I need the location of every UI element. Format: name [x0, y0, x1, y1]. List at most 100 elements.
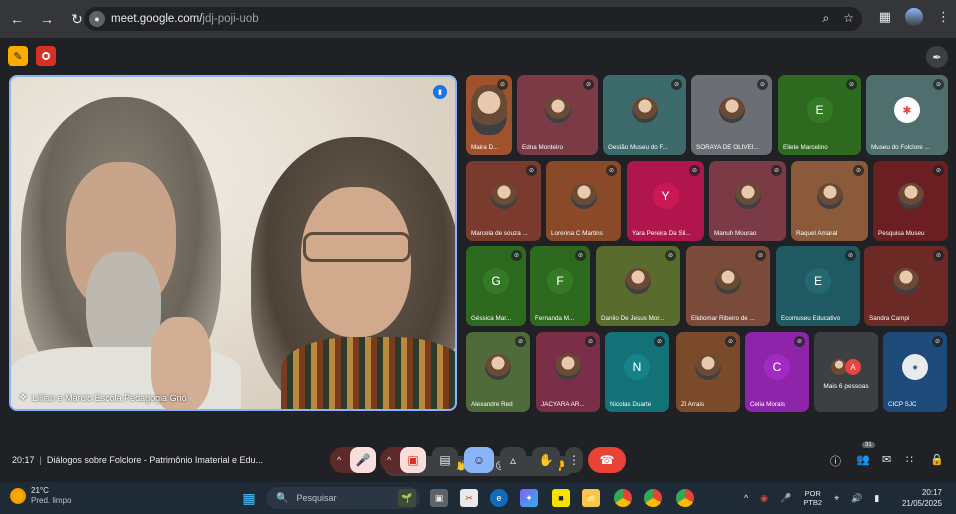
url-path: jdj-poji-uob	[202, 13, 259, 25]
clock-time: 20:17	[921, 488, 942, 497]
input-language[interactable]: POR PTB2	[803, 489, 822, 507]
copilot-icon[interactable]: ✦	[520, 489, 538, 507]
present-icon: ▵	[509, 453, 517, 467]
participant-name: Sandra Campi	[869, 315, 910, 322]
participant-tile[interactable]: N ⊘ Nicolas Duarte	[605, 332, 669, 412]
volume-icon[interactable]: 🔊	[851, 493, 862, 504]
browser-toolbar: ← → ↻ ● meet.google.com/jdj-poji-uob ⌕ ☆…	[0, 0, 956, 38]
participant-photo	[897, 183, 924, 210]
participant-tile[interactable]: ⊘ Alexandre Red	[466, 332, 530, 412]
search-highlight-icon[interactable]: 🌱	[398, 489, 416, 507]
file-explorer-icon[interactable]: 📁	[582, 489, 600, 507]
camera-off-icon[interactable]: ▣	[400, 447, 426, 473]
activities-icon[interactable]: ∷	[906, 453, 913, 466]
start-windows-icon[interactable]: ▦	[240, 489, 258, 507]
effects-pen-icon[interactable]: ✒	[926, 46, 948, 68]
participant-tile[interactable]: ⊘ JACYARA AR...	[536, 332, 600, 412]
participant-tile[interactable]: ⊘ Gestão Museu do F...	[603, 75, 686, 155]
mic-muted-icon: ⊘	[585, 336, 596, 347]
weather-widget[interactable]: 21°C Pred. limpo	[10, 486, 71, 506]
meet-stage: ✎ ✒ ▮ ❖ Lillian e Márcio Escola Pedagogi…	[0, 38, 956, 482]
leave-call-button[interactable]: ☎	[588, 447, 626, 473]
recording-icon[interactable]	[36, 46, 56, 66]
info-icon[interactable]: ⓘ	[830, 453, 841, 469]
sticky-notes-icon[interactable]: ■	[552, 489, 570, 507]
mic-muted-icon: ⊘	[933, 79, 944, 90]
bookmark-star-icon[interactable]: ☆	[843, 11, 854, 26]
host-controls-icon[interactable]: 🔒	[930, 453, 944, 466]
edge-icon[interactable]: e	[490, 489, 508, 507]
participant-tile[interactable]: C ⊘ Celia Morais	[745, 332, 809, 412]
present-button[interactable]: ▵	[500, 447, 526, 473]
raise-hand-button[interactable]: ✋	[532, 447, 560, 473]
participant-name: Elidiomar Ribeiro de ...	[691, 315, 755, 322]
participant-tile[interactable]: ⊘ Raquel Amaral	[791, 161, 868, 241]
mic-muted-icon: ⊘	[511, 250, 522, 261]
participant-tile[interactable]: ⊘ SORAYA DE OLIVEI...	[691, 75, 772, 155]
chat-icon[interactable]: ✉	[882, 453, 891, 466]
more-options-button[interactable]: ⋮	[565, 447, 583, 473]
browser-menu-icon[interactable]: ⋮	[937, 9, 950, 25]
captions-button[interactable]: ▤	[432, 447, 458, 473]
participant-tile[interactable]: F ⊘ Fernanda M...	[530, 246, 590, 326]
mic-muted-icon: ⊘	[755, 250, 766, 261]
participant-tile[interactable]: ⊘ Maira D...	[466, 75, 512, 155]
main-tile-name: Lillian e Márcio Escola Pedagogia Griô	[32, 392, 187, 403]
participant-avatar-letter: E	[806, 97, 833, 124]
clock-date: 21/05/2025	[901, 499, 942, 508]
participant-tile[interactable]: ⊘ Elidiomar Ribeiro de ...	[686, 246, 770, 326]
site-info-icon[interactable]: ●	[89, 11, 105, 27]
participant-tile[interactable]: ⊘ Sandra Campi	[864, 246, 948, 326]
chrome-icon-3[interactable]	[676, 489, 694, 507]
participant-tile[interactable]: ⊘ Marcela de souza ...	[466, 161, 541, 241]
participant-tile[interactable]: ⊘ Pesquisa Museu	[873, 161, 948, 241]
participant-tile[interactable]: ⊘ Edna Monteiro	[517, 75, 598, 155]
people-icon[interactable]: 👥	[856, 453, 870, 466]
participant-tile[interactable]: Y ⊘ Yara Pereira Da Sil...	[627, 161, 704, 241]
participant-tile[interactable]: E ⊘ Eliete Marcelino	[778, 75, 861, 155]
participant-name: Celia Morais	[750, 401, 785, 408]
system-tray: ^ ◉ 🎤 POR PTB2 ⌖ 🔊 ▮	[744, 482, 879, 514]
mic-muted-icon: ⊘	[665, 250, 676, 261]
chrome-icon-2[interactable]	[644, 489, 662, 507]
snipping-tool-icon[interactable]: ✂	[460, 489, 478, 507]
participant-photo	[631, 97, 658, 124]
notes-icon[interactable]: ✎	[8, 46, 28, 66]
participant-tile[interactable]: ✱ ⊘ Museu do Folclore ...	[866, 75, 948, 155]
participant-tile[interactable]: ◉ ⊘ CICP SJC	[883, 332, 947, 412]
more-vert-icon: ⋮	[568, 453, 580, 467]
mic-muted-icon: ⊘	[606, 165, 617, 176]
forward-icon[interactable]: →	[34, 6, 60, 32]
emoji-button[interactable]: ☺	[464, 447, 494, 473]
taskbar-clock[interactable]: 20:17 21/05/2025	[902, 487, 942, 509]
participant-tile[interactable]: ⊘ Danilo De Jesus Mor...	[596, 246, 680, 326]
main-video-tile[interactable]: ▮ ❖ Lillian e Márcio Escola Pedagogia Gr…	[9, 75, 457, 411]
participant-tile[interactable]: ⊘ Manuh Mourao	[709, 161, 786, 241]
back-icon[interactable]: ←	[4, 6, 30, 32]
address-bar[interactable]: ● meet.google.com/jdj-poji-uob ⌕ ☆	[84, 7, 862, 31]
participant-tile[interactable]: ⊘ Lorenna C Martins	[546, 161, 621, 241]
camera-options-chevron-icon[interactable]: ^	[387, 455, 391, 465]
chrome-icon-1[interactable]	[614, 489, 632, 507]
participant-tile[interactable]: G ⊘ Géssica Mar...	[466, 246, 526, 326]
participant-tile[interactable]: ⊘ Zl Arrais	[676, 332, 740, 412]
battery-icon[interactable]: ▮	[874, 493, 879, 504]
participant-tile[interactable]: E ⊘ Ecomuseu Educativo	[776, 246, 860, 326]
participant-name: Raquel Amaral	[796, 230, 838, 237]
pin-icon[interactable]: ❖	[19, 392, 27, 403]
camera-in-use-icon[interactable]: ◉	[760, 493, 768, 504]
mic-options-chevron-icon[interactable]: ^	[337, 455, 341, 465]
zoom-icon[interactable]: ⌕	[823, 11, 830, 26]
extensions-icon[interactable]: ▦	[879, 9, 891, 25]
participant-photo	[893, 268, 919, 295]
profile-avatar[interactable]	[905, 8, 923, 26]
microphone-icon[interactable]: 🎤	[780, 493, 791, 504]
mic-muted-icon: ⊘	[932, 336, 943, 347]
wifi-icon[interactable]: ⌖	[834, 493, 839, 504]
taskbar-search[interactable]: 🔍 Pesquisar	[266, 487, 420, 509]
mic-off-icon[interactable]: 🎤	[350, 447, 376, 473]
mic-muted-icon: ⊘	[933, 165, 944, 176]
task-view-icon[interactable]: ▣	[430, 489, 448, 507]
show-hidden-icons-chevron-icon[interactable]: ^	[744, 493, 748, 503]
participant-tile[interactable]: A Mais 6 pessoas	[814, 332, 878, 412]
